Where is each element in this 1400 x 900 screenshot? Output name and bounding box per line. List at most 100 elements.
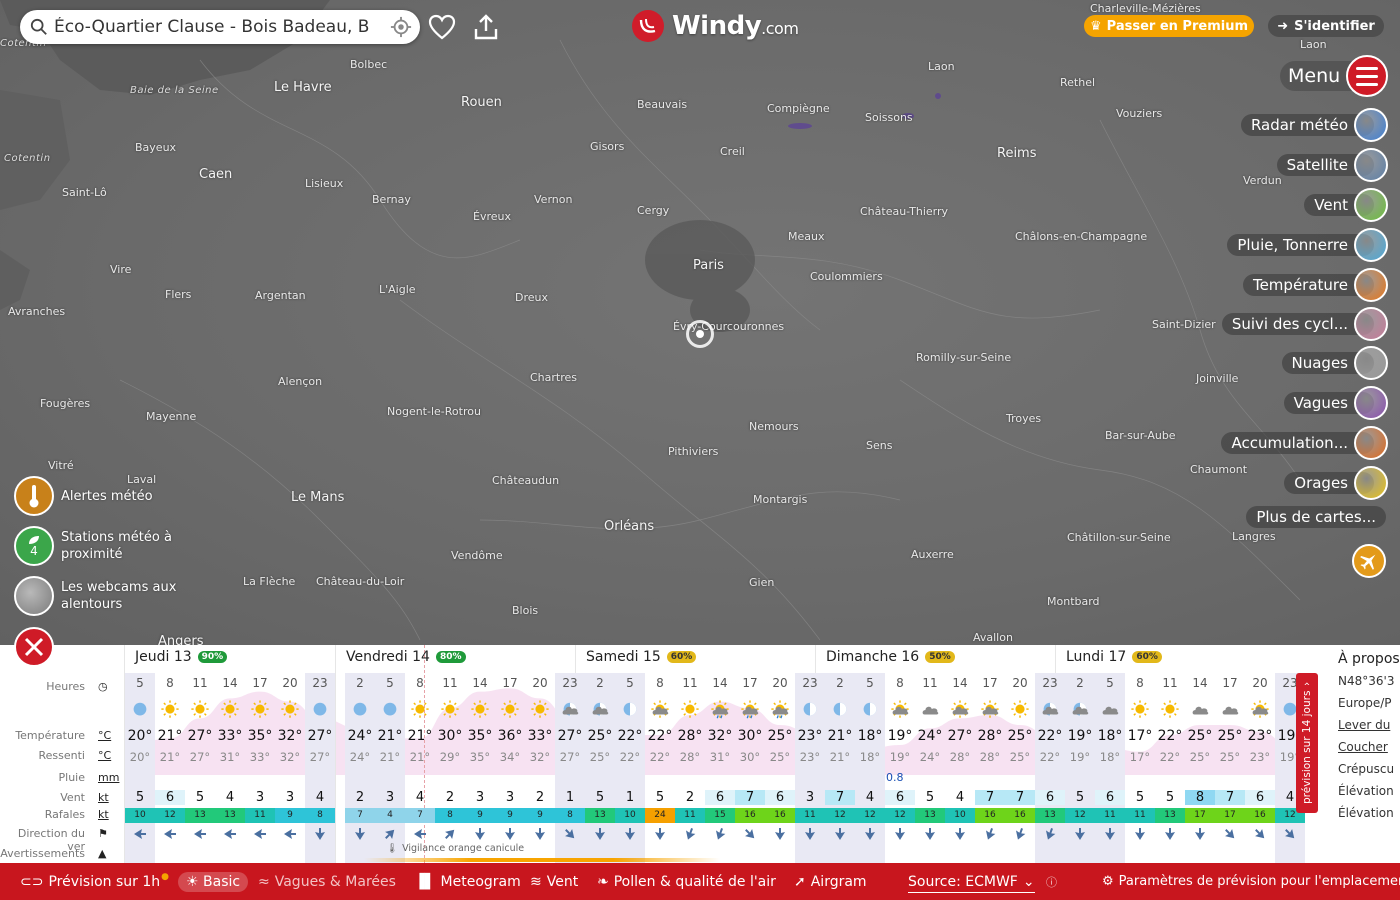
forecast-hour-column[interactable]: 5 18° 18° 4 12 — [855, 673, 885, 863]
forecast-hour-column[interactable]: 23 23° 23° 3 11 — [795, 673, 825, 863]
premium-button[interactable]: ♛ Passer en Premium — [1084, 15, 1254, 37]
forecast-hour-column[interactable]: 11 24° 24° 5 13 — [915, 673, 945, 863]
city-label: Flers — [165, 288, 192, 301]
sunrise[interactable]: Lever du — [1338, 717, 1400, 733]
search-box[interactable] — [20, 10, 420, 44]
forecast-hour-column[interactable]: 8 19° 19° 6 12 — [885, 673, 915, 863]
forecast-1h-button[interactable]: ⊂⊃ Prévision sur 1h ● — [20, 863, 169, 900]
share-icon[interactable] — [471, 12, 501, 42]
webcams-button[interactable]: Les webcams aux alentours — [14, 576, 191, 616]
layer-button[interactable]: Nuages — [1281, 346, 1388, 380]
forecast-hour-column[interactable]: 17 25° 25° 7 17 — [1215, 673, 1245, 863]
forecast-hour-column[interactable]: 17 28° 28° 7 16 — [975, 673, 1005, 863]
heat-warning[interactable]: 🌡 Vigilance orange canicule — [386, 843, 524, 854]
windy-logo[interactable]: Windy.com — [632, 10, 799, 42]
close-forecast-button[interactable] — [14, 627, 54, 667]
layer-button[interactable]: Satellite — [1276, 148, 1388, 182]
tab-meteogram[interactable]: ▐▌ Meteogram — [414, 863, 521, 900]
forecast-hour-column[interactable]: 20 32° 32° 3 9 — [275, 673, 305, 863]
forecast-hour-column[interactable]: 2 24° 24° 2 7 — [345, 673, 375, 863]
menu-button[interactable]: Menu — [1280, 55, 1389, 97]
tab-basic[interactable]: ☀ Basic — [178, 863, 249, 900]
gust-value: 12 — [1065, 808, 1095, 823]
forecast-hour-column[interactable]: 11 27° 27° 5 13 — [185, 673, 215, 863]
layer-button[interactable]: Suivi des cycl... — [1221, 307, 1388, 341]
layer-button[interactable]: Accumulation... — [1221, 426, 1388, 460]
14-day-forecast-tab[interactable]: prévision sur 14 jours › — [1296, 673, 1318, 813]
forecast-hour-column[interactable]: 8 21° 21° 6 12 — [155, 673, 185, 863]
forecast-hour-column[interactable]: 11 28° 28° 2 11 — [675, 673, 705, 863]
forecast-hour-column[interactable]: 23 27° 27° 4 8 — [305, 673, 335, 863]
forecast-hour-column[interactable]: 23 22° 22° 6 13 — [1035, 673, 1065, 863]
layer-button[interactable]: Vagues — [1283, 386, 1388, 420]
forecast-hour-column[interactable]: 20 25° 25° 7 16 — [1005, 673, 1035, 863]
tab-pollen[interactable]: ❧ Pollen & qualité de l'air — [597, 863, 776, 900]
hour-label: 23 — [312, 676, 328, 690]
forecast-hour-column[interactable]: 11 30° 29° 2 8 — [435, 673, 465, 863]
forecast-hour-column[interactable]: 17 36° 34° 3 9 — [495, 673, 525, 863]
weather-alerts-button[interactable]: Alertes météo — [14, 476, 191, 516]
login-button[interactable]: ➜ S'identifier — [1268, 15, 1384, 37]
city-label: Vouziers — [1116, 107, 1163, 120]
city-label: Creil — [720, 145, 745, 158]
layer-button[interactable]: Radar météo — [1240, 108, 1388, 142]
forecast-hour-column[interactable]: 5 21° 21° 3 4 — [375, 673, 405, 863]
wind-direction-arrow-icon — [565, 829, 575, 839]
temperature-value: 33° — [217, 728, 243, 744]
wind-direction-arrow-icon — [1225, 829, 1235, 839]
thermometer-small-icon: 🌡 — [386, 843, 399, 854]
forecast-hour-column[interactable]: 5 22° 22° 1 10 — [615, 673, 645, 863]
forecast-hour-column[interactable]: 17 35° 33° 3 11 — [245, 673, 275, 863]
source-info-icon[interactable]: ⓘ — [1046, 863, 1057, 900]
city-label: Château-Thierry — [860, 205, 949, 218]
forecast-hour-column[interactable]: 14 33° 31° 4 13 — [215, 673, 245, 863]
layer-button[interactable]: Pluie, Tonnerre — [1227, 228, 1388, 262]
tab-airgram[interactable]: ➚ Airgram — [794, 863, 867, 900]
day-header: Jeudi 13 90% — [135, 649, 228, 665]
airplane-icon — [1360, 554, 1376, 570]
forecast-hour-column[interactable]: 5 20° 20° 5 10 — [125, 673, 155, 863]
more-maps-button[interactable]: Plus de cartes... — [1246, 506, 1386, 528]
source-select[interactable]: Source: ECMWF ⌄ — [908, 871, 1035, 893]
my-location-icon[interactable] — [390, 16, 412, 38]
forecast-table[interactable]: Jeudi 13 90% Vendredi 14 80% Samedi 15 60% Dim… — [124, 645, 1305, 863]
search-input[interactable] — [54, 17, 384, 37]
forecast-hour-column[interactable]: 8 21° 21° 4 7 — [405, 673, 435, 863]
forecast-hour-column[interactable]: 8 22° 22° 5 24 — [645, 673, 675, 863]
sunset[interactable]: Coucher — [1338, 739, 1400, 755]
location-marker[interactable] — [686, 320, 714, 348]
forecast-hour-column[interactable]: 8 17° 17° 5 11 — [1125, 673, 1155, 863]
tab-waves[interactable]: ≈ Vagues & Marées — [258, 863, 396, 900]
windy-logo-mark-icon — [632, 10, 664, 42]
city-label: Bayeux — [135, 141, 177, 154]
about-title: À propos — [1338, 651, 1400, 667]
tab-wind[interactable]: ≋ Vent — [530, 863, 578, 900]
forecast-hour-column[interactable]: 14 32° 31° 6 15 — [705, 673, 735, 863]
temperature-value: 21° — [407, 728, 433, 744]
forecast-hour-column[interactable]: 14 25° 25° 8 17 — [1185, 673, 1215, 863]
forecast-hour-column[interactable]: 2 25° 25° 5 13 — [585, 673, 615, 863]
forecast-hour-column[interactable]: 20 23° 23° 6 16 — [1245, 673, 1275, 863]
wind-direction-arrow-icon — [895, 828, 905, 840]
gust-value: 17 — [1215, 808, 1245, 823]
forecast-hour-column[interactable]: 17 30° 30° 7 16 — [735, 673, 765, 863]
gust-value: 13 — [1035, 808, 1065, 823]
forecast-hour-column[interactable]: 5 18° 18° 6 11 — [1095, 673, 1125, 863]
forecast-hour-column[interactable]: 23 27° 27° 1 8 — [555, 673, 585, 863]
location-settings-button[interactable]: ⚙ Paramètres de prévision pour l'emplace… — [1102, 863, 1400, 900]
forecast-hour-column[interactable]: 14 35° 35° 3 9 — [465, 673, 495, 863]
day-header: Dimanche 16 50% — [826, 649, 955, 665]
weather-map[interactable]: Cotentin Baie de la Seine Bolbec Le Havre Ro… — [0, 0, 1400, 645]
favorite-heart-icon[interactable] — [427, 12, 457, 42]
forecast-hour-column[interactable]: 2 21° 21° 7 12 — [825, 673, 855, 863]
forecast-hour-column[interactable]: 14 27° 28° 4 10 — [945, 673, 975, 863]
forecast-hour-column[interactable]: 11 22° 22° 5 13 — [1155, 673, 1185, 863]
nearby-stations-button[interactable]: 4 Stations météo à proximité — [14, 526, 191, 566]
layer-button[interactable]: Orages — [1284, 466, 1388, 500]
layer-button[interactable]: Vent — [1304, 188, 1388, 222]
forecast-hour-column[interactable]: 20 33° 32° 2 9 — [525, 673, 555, 863]
forecast-hour-column[interactable]: 2 19° 19° 5 12 — [1065, 673, 1095, 863]
airplane-button[interactable] — [1352, 544, 1386, 578]
layer-button[interactable]: Température — [1242, 268, 1388, 302]
forecast-hour-column[interactable]: 20 25° 25° 6 16 — [765, 673, 795, 863]
